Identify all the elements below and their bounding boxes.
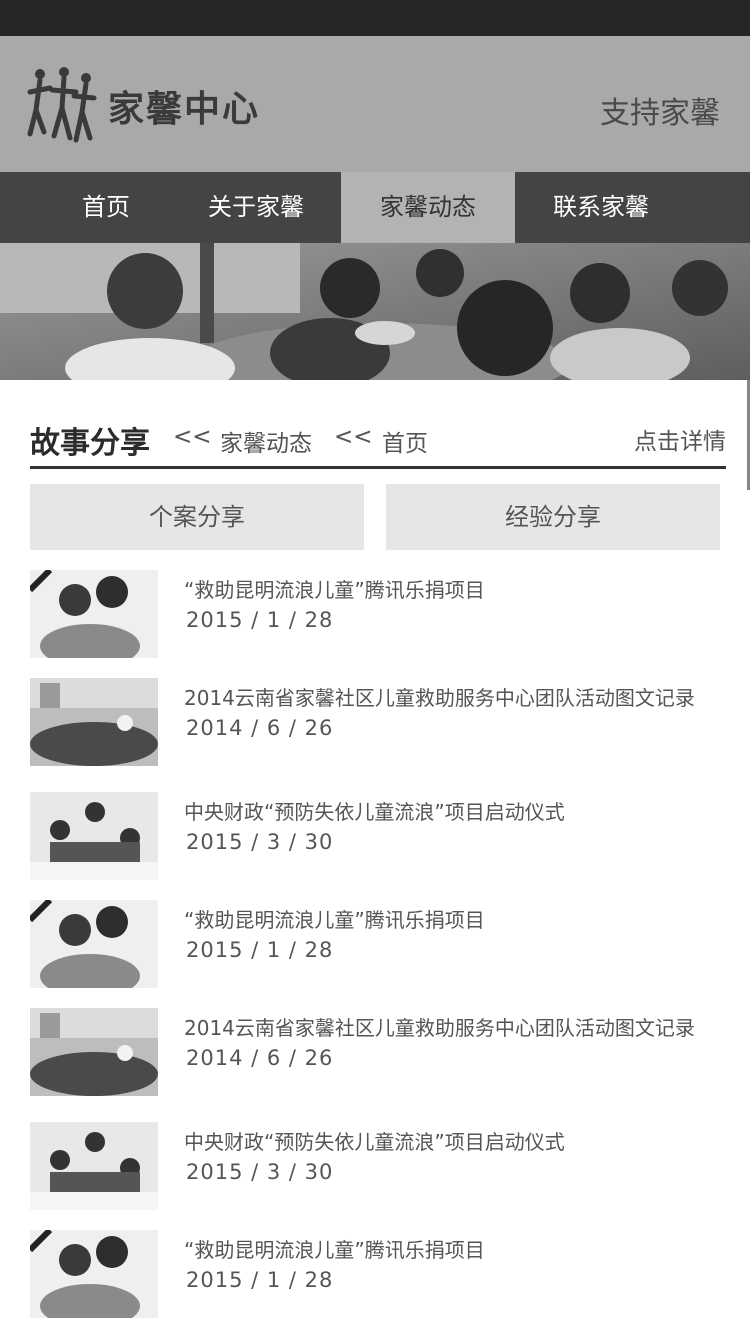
list-item[interactable]: 中央财政“预防失依儿童流浪”项目启动仪式 2015 / 3 / 30 [30,792,730,882]
page-title: 故事分享 [30,426,150,461]
thumbnail-image [30,1008,158,1096]
list-item[interactable]: “救助昆明流浪儿童”腾讯乐捐项目 2015 / 1 / 28 [30,1230,730,1320]
thumbnail-image [30,792,158,880]
list-item[interactable]: 2014云南省家馨社区儿童救助服务中心团队活动图文记录 2014 / 6 / 2… [30,1008,730,1098]
nav-item-news[interactable]: 家馨动态 [341,172,515,243]
item-date: 2014 / 6 / 26 [186,1046,334,1070]
logo-text: 家馨中心 [108,89,261,130]
breadcrumb-separator: << [334,424,373,450]
item-date: 2015 / 1 / 28 [186,608,334,632]
item-date: 2015 / 1 / 28 [186,938,334,962]
header: 家馨中心 支持家馨 [0,36,750,172]
breadcrumb-separator: << [173,424,212,450]
breadcrumb-home[interactable]: 首页 [382,424,428,458]
nav-item-about[interactable]: 关于家馨 [172,172,340,243]
thumbnail-image [30,1230,158,1318]
item-title: 2014云南省家馨社区儿童救助服务中心团队活动图文记录 [184,686,695,710]
nav-item-home[interactable]: 首页 [40,172,172,243]
thumbnail-image [30,900,158,988]
item-date: 2015 / 1 / 28 [186,1268,334,1292]
thumbnail-image [30,1122,158,1210]
list-item[interactable]: “救助昆明流浪儿童”腾讯乐捐项目 2015 / 1 / 28 [30,570,730,660]
item-title: 中央财政“预防失依儿童流浪”项目启动仪式 [184,800,565,824]
logo[interactable]: 家馨中心 [26,64,276,150]
thumbnail-image [30,678,158,766]
nav-item-contact[interactable]: 联系家馨 [515,172,687,243]
case-share-tab[interactable]: 个案分享 [30,484,364,550]
item-title: 2014云南省家馨社区儿童救助服务中心团队活动图文记录 [184,1016,695,1040]
banner-image [0,243,750,380]
item-date: 2015 / 3 / 30 [186,830,334,854]
list-item[interactable]: 中央财政“预防失依儿童流浪”项目启动仪式 2015 / 3 / 30 [30,1122,730,1212]
logo-figures-icon [27,67,97,143]
breadcrumb: 故事分享 << 家馨动态 << 首页 点击详情 [30,412,726,469]
experience-share-tab[interactable]: 经验分享 [386,484,720,550]
item-title: 中央财政“预防失依儿童流浪”项目启动仪式 [184,1130,565,1154]
thumbnail-image [30,570,158,658]
support-link[interactable]: 支持家馨 [600,88,720,132]
item-title: “救助昆明流浪儿童”腾讯乐捐项目 [184,578,485,602]
main-nav: 首页 关于家馨 家馨动态 联系家馨 [0,172,750,243]
list-item[interactable]: “救助昆明流浪儿童”腾讯乐捐项目 2015 / 1 / 28 [30,900,730,990]
details-link[interactable]: 点击详情 [634,422,726,456]
item-title: “救助昆明流浪儿童”腾讯乐捐项目 [184,1238,485,1262]
item-title: “救助昆明流浪儿童”腾讯乐捐项目 [184,908,485,932]
list-item[interactable]: 2014云南省家馨社区儿童救助服务中心团队活动图文记录 2014 / 6 / 2… [30,678,730,768]
breadcrumb-news[interactable]: 家馨动态 [220,424,312,458]
status-bar [0,0,750,36]
item-date: 2014 / 6 / 26 [186,716,334,740]
item-date: 2015 / 3 / 30 [186,1160,334,1184]
